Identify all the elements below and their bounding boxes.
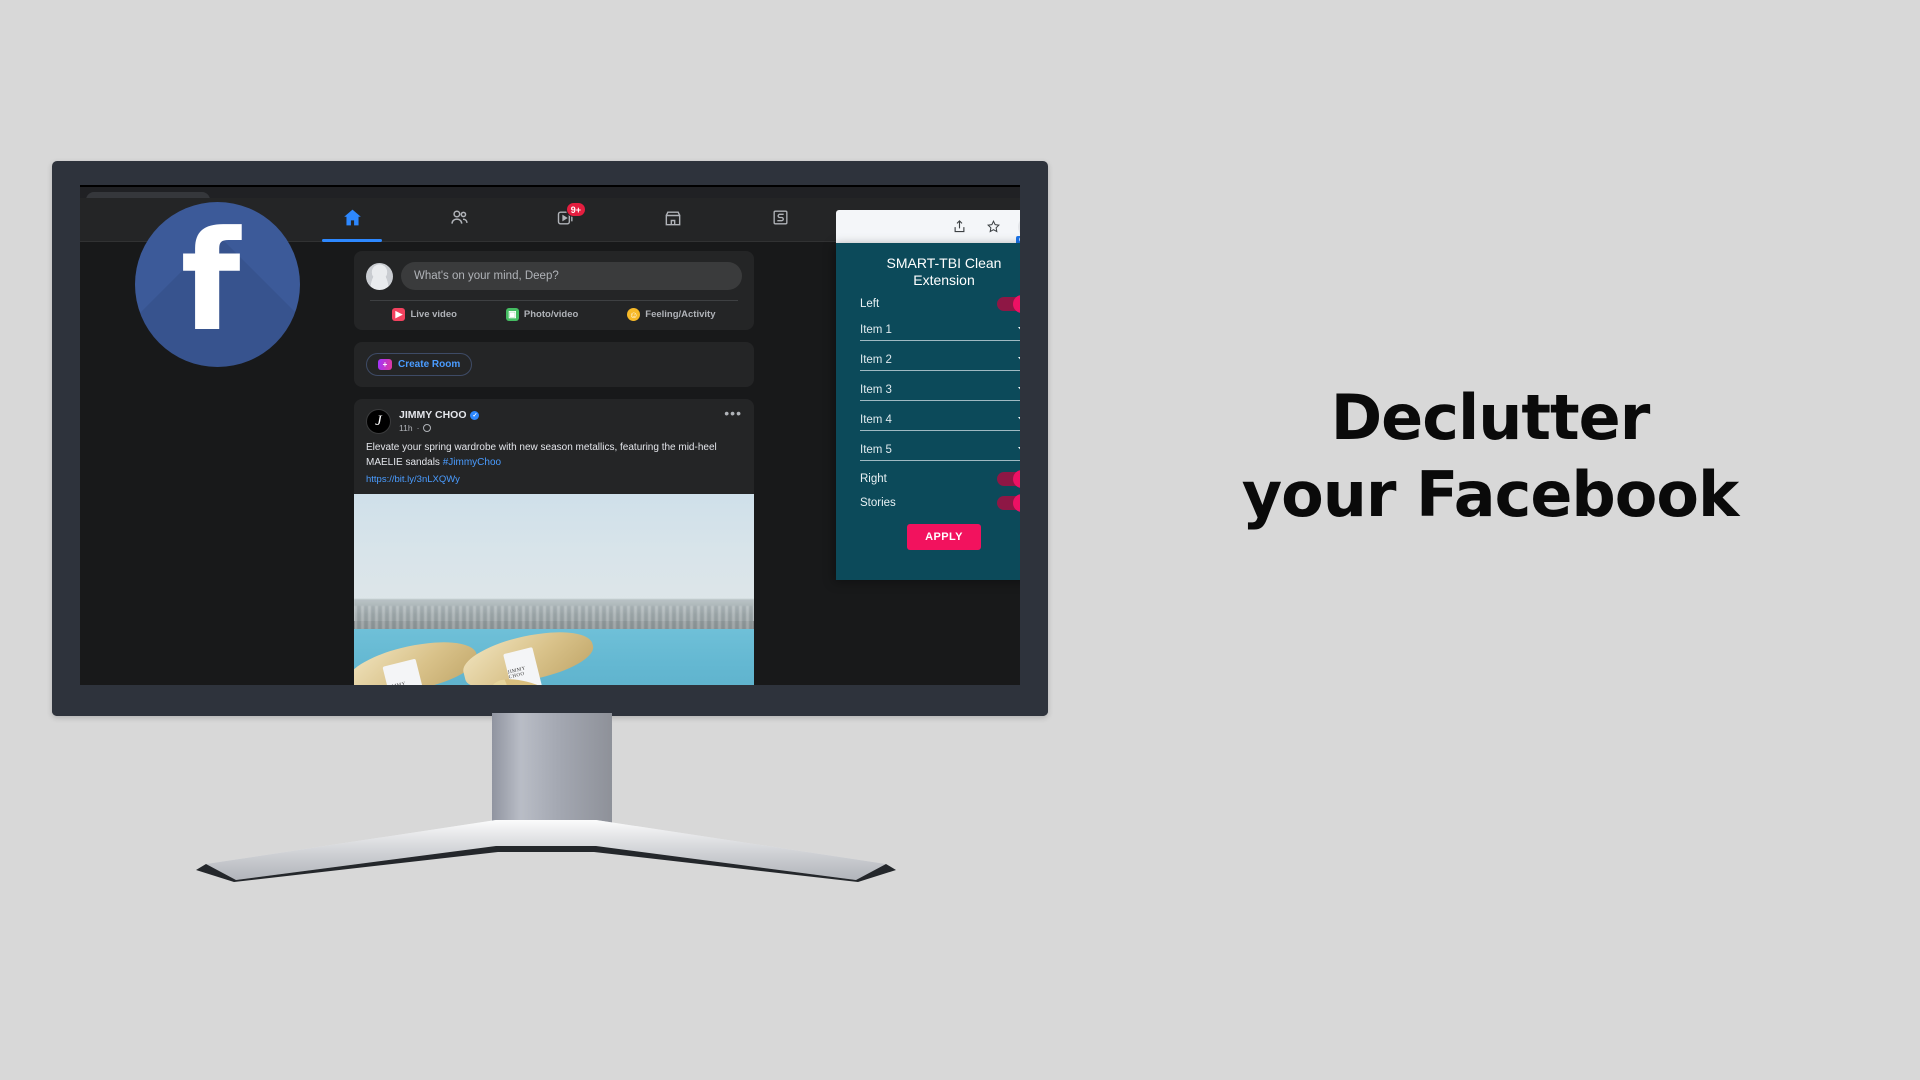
toggle-label-stories: Stories [860,496,896,509]
globe-icon [423,424,432,432]
select-item-2[interactable]: Item 2 [860,354,1020,371]
poster-canvas: ook [0,0,1920,1080]
apply-button-wrapper: APPLY [860,523,1020,550]
chevron-down-icon [1018,326,1020,333]
composer-actions: ▶ Live video ▣ Photo/video ☺ Feeling/Act… [366,301,742,324]
photo-video-icon: ▣ [505,308,519,321]
live-video-icon: ▶ [392,308,406,321]
chevron-down-icon [1018,446,1020,453]
select-label: Item 2 [860,353,892,366]
extension-icon-button[interactable]: S ON [1016,215,1020,245]
composer-action-live-video[interactable]: ▶ Live video [392,308,457,321]
post-header: J JIMMY CHOO ✓ 11h · ••• [354,399,754,434]
post-author-avatar[interactable]: J [366,409,391,434]
toggle-switch-right[interactable] [997,469,1020,488]
create-room-card: + Create Room [354,342,754,387]
watch-badge: 9+ [565,202,586,217]
composer-action-label: Feeling/Activity [645,309,716,320]
facebook-nav-icons: 9+ [322,198,802,242]
monitor-chin [52,688,1048,716]
video-plus-icon: + [378,359,392,370]
composer-action-feeling-activity[interactable]: ☺ Feeling/Activity [627,308,715,321]
nav-item-home[interactable] [322,198,382,242]
post-image[interactable]: JIMMY CHOO JIMMY CHOO [354,494,754,685]
select-item-3[interactable]: Item 3 [860,384,1020,401]
brand-tag-text: JIMMY CHOO [507,666,527,681]
toggle-label-left: Left [860,297,880,310]
create-room-label: Create Room [398,359,461,370]
select-item-5[interactable]: Item 5 [860,444,1020,461]
headline-line-1: Declutter [1330,381,1651,454]
toggle-knob [1013,294,1020,313]
post-hashtag[interactable]: #JimmyChoo [443,457,501,468]
create-room-button[interactable]: + Create Room [366,353,473,376]
facebook-logo-letter: f [180,202,241,362]
facebook-logo: f [135,202,300,367]
post-meta: 11h · [399,423,479,433]
apply-button[interactable]: APPLY [907,523,981,550]
nav-item-friends[interactable] [437,198,481,242]
toggle-label-right: Right [860,472,887,485]
select-label: Item 5 [860,443,892,456]
meta-separator: · [416,423,420,433]
facebook-feed: What's on your mind, Deep? ▶ Live video … [354,251,754,685]
monitor-stand-base [196,820,896,882]
extension-popup-panel: SMART-TBI Clean Extension Left Item 1 It… [836,243,1020,580]
monitor-frame: ook [52,161,1048,716]
browser-toolbar: S ON [836,210,1020,245]
toggle-row-left: Left [860,294,1020,313]
nav-item-watch[interactable]: 9+ [544,198,588,242]
select-item-4[interactable]: Item 4 [860,414,1020,431]
post-author-name: JIMMY CHOO [399,409,467,421]
composer-action-photo-video[interactable]: ▣ Photo/video [505,308,579,321]
marketplace-icon [663,208,683,233]
composer-action-label: Photo/video [523,309,579,320]
chevron-down-icon [1018,356,1020,363]
share-icon[interactable] [950,218,968,236]
brand-tag-text: JIMMY CHOO [387,678,422,685]
nav-item-marketplace[interactable] [651,198,695,242]
feeling-activity-icon: ☺ [627,308,641,321]
toggle-switch-left[interactable] [997,294,1020,313]
select-item-1[interactable]: Item 1 [860,324,1020,341]
friends-icon [449,207,470,233]
select-label: Item 1 [860,323,892,336]
monitor-stand-neck [492,713,612,841]
toggle-knob [1013,469,1020,488]
post-link[interactable]: https://bit.ly/3nLXQWy [354,474,754,494]
headline-line-2: your Facebook [1241,457,1739,531]
post-author-name-row[interactable]: JIMMY CHOO ✓ [399,409,480,421]
chevron-down-icon [1018,386,1020,393]
toggle-row-right: Right [860,469,1020,488]
toggle-switch-stories[interactable] [997,493,1020,512]
post-avatar-letter: J [375,413,382,429]
feed-post: J JIMMY CHOO ✓ 11h · ••• Elevate your sp… [354,399,754,685]
post-text-body: Elevate your spring wardrobe with new se… [366,442,717,468]
composer-action-label: Live video [410,309,457,320]
composer-placeholder: What's on your mind, Deep? [414,270,559,282]
toggle-knob [1013,493,1020,512]
post-composer-card: What's on your mind, Deep? ▶ Live video … [354,251,754,330]
post-timestamp: 11h [399,423,413,433]
ellipsis-icon[interactable]: ••• [724,406,742,421]
page-title: Declutter your Facebook [1200,380,1780,534]
select-label: Item 4 [860,413,892,426]
composer-row: What's on your mind, Deep? [366,262,742,290]
post-author-block: JIMMY CHOO ✓ 11h · [399,409,480,433]
select-label: Item 3 [860,383,892,396]
post-text: Elevate your spring wardrobe with new se… [354,434,754,474]
home-icon [342,207,363,233]
star-icon[interactable] [984,218,1002,236]
composer-input[interactable]: What's on your mind, Deep? [401,262,742,290]
toggle-row-stories: Stories [860,493,1020,512]
extension-title: SMART-TBI Clean Extension [886,255,1002,289]
nav-item-groups[interactable] [758,198,802,242]
groups-icon [771,208,790,232]
user-avatar [366,262,393,290]
post-link-text: https://bit.ly/3nLXQWy [366,474,460,485]
monitor-screen: ook [80,185,1020,685]
verified-badge-icon: ✓ [470,410,480,420]
chevron-down-icon [1018,416,1020,423]
